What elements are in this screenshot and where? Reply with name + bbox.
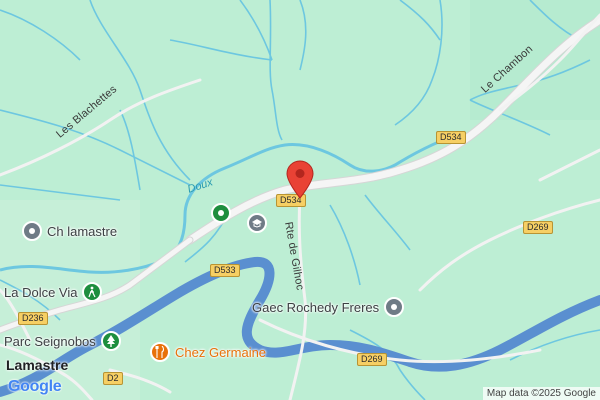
poi-label: Parc Seignobos [4, 333, 96, 349]
shield-d236: D236 [18, 312, 48, 325]
poi-unnamed-green[interactable] [211, 203, 231, 223]
poi-chez-germaine[interactable]: Chez Germaine [150, 342, 266, 362]
shield-d534-east: D534 [436, 131, 466, 144]
poi-parc-seignobos[interactable]: Parc Seignobos [4, 331, 121, 351]
poi-la-dolce-via[interactable]: La Dolce Via [4, 282, 103, 302]
map-canvas[interactable]: Les Blachettes Le Chambon Rte de Gilhoc … [0, 0, 600, 400]
google-logo[interactable]: Google [8, 378, 62, 396]
shield-d269-east: D269 [523, 221, 553, 234]
tree-icon [100, 331, 121, 351]
poi-ch-lamastre[interactable]: Ch lamastre [22, 221, 117, 241]
pin-icon [22, 221, 42, 241]
shield-d533: D533 [210, 264, 240, 277]
poi-gaec-rochedy-freres[interactable]: Gaec Rochedy Freres [252, 297, 405, 317]
restaurant-icon [150, 342, 170, 362]
poi-label: Chez Germaine [175, 344, 267, 360]
poi-label: Ch lamastre [47, 223, 118, 239]
pin-icon [211, 203, 231, 223]
map-attribution[interactable]: Map data ©2025 Google [482, 387, 600, 400]
school-icon [247, 213, 267, 233]
poi-school[interactable] [247, 213, 267, 233]
pin-icon [384, 297, 405, 317]
poi-label: Gaec Rochedy Freres [252, 299, 380, 315]
shield-d269-south: D269 [357, 353, 387, 366]
poi-label: La Dolce Via [4, 284, 78, 300]
logo-text: Google [8, 378, 62, 395]
hiking-icon [82, 282, 103, 302]
shield-d2: D2 [103, 372, 123, 385]
location-pin-icon[interactable] [286, 160, 314, 200]
town-label-lamastre: Lamastre [6, 357, 69, 373]
